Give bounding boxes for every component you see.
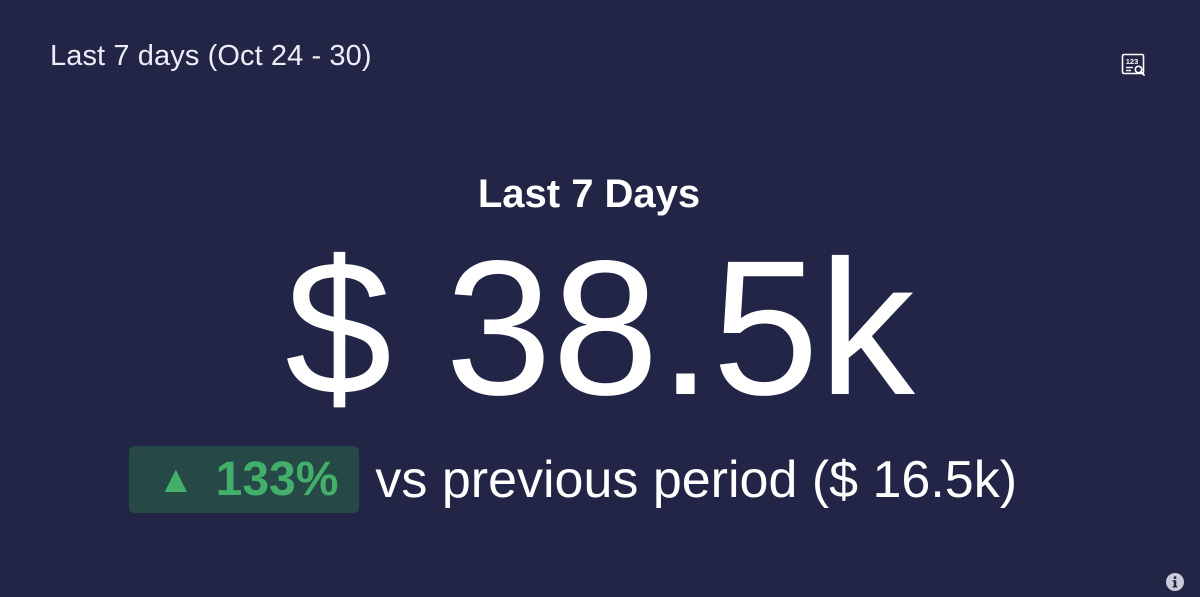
change-percent: 133% [215, 453, 339, 506]
number-widget: Last 7 days (Oct 24 - 30) 123 Last 7 Day… [0, 0, 1200, 597]
change-badge: ▲ 133% [129, 446, 360, 513]
metric-value: $ 38.5k [285, 220, 915, 435]
info-button[interactable] [1165, 572, 1185, 592]
metric-period-label: Last 7 Days [477, 172, 701, 216]
widget-date-range-title: Last 7 days (Oct 24 - 30) [50, 40, 372, 72]
comparison-text: vs previous period ($ 16.5k) [375, 450, 1018, 509]
comparison-row: ▲ 133% vs previous period ($ 16.5k) [129, 446, 1017, 513]
info-icon [1166, 573, 1184, 591]
metric-details-button[interactable]: 123 [1119, 51, 1149, 79]
metric-details-icon: 123 [1121, 53, 1145, 76]
svg-text:123: 123 [1126, 57, 1139, 66]
arrow-up-icon: ▲ [157, 458, 195, 501]
